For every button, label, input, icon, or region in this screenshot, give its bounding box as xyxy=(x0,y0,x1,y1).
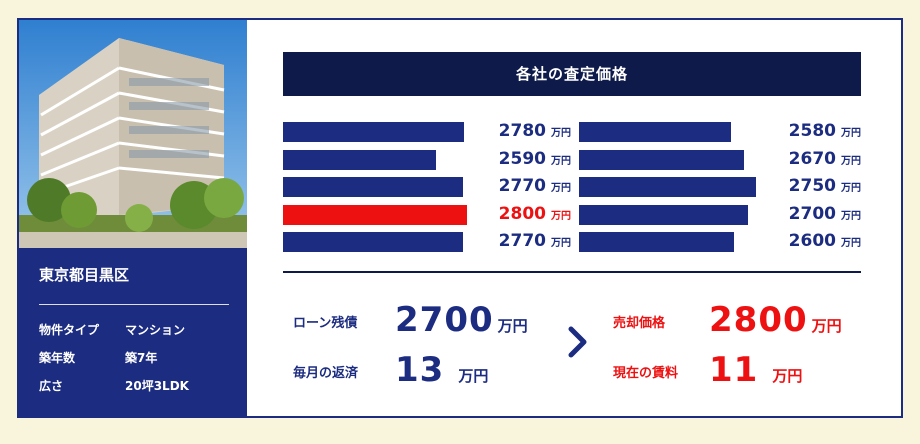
sale-unit: 万円 xyxy=(811,317,842,335)
property-card: 東京都目黒区 物件タイプ マンション 築年数 築7年 広さ 20坪3LDK 各社… xyxy=(17,18,903,418)
loan-label: ローン残債 xyxy=(293,316,358,331)
left-bar-label: 2770 万円 xyxy=(461,231,571,251)
left-bar-unit: 万円 xyxy=(551,183,571,194)
left-bar-value: 2770 xyxy=(498,231,546,251)
left-bar-value: 2780 xyxy=(498,121,546,141)
property-info: 東京都目黒区 物件タイプ マンション 築年数 築7年 広さ 20坪3LDK xyxy=(19,248,247,416)
size-row: 広さ 20坪3LDK xyxy=(39,377,189,394)
loan-value: 2700 xyxy=(395,300,494,340)
right-bar-value: 2670 xyxy=(788,149,836,169)
right-bar-unit: 万円 xyxy=(841,211,861,222)
left-bar xyxy=(283,150,436,170)
right-bar-label: 2750 万円 xyxy=(751,176,861,196)
right-bar-unit: 万円 xyxy=(841,183,861,194)
right-bar xyxy=(579,177,756,197)
loan-unit: 万円 xyxy=(497,317,528,335)
right-bar-unit: 万円 xyxy=(841,156,861,167)
monthly-label: 毎月の返済 xyxy=(293,366,359,381)
size-label: 広さ xyxy=(39,379,64,393)
rent-label: 現在の賃料 xyxy=(613,366,679,381)
right-bar xyxy=(579,205,748,225)
age-label: 築年数 xyxy=(39,351,76,365)
left-bar-label: 2770 万円 xyxy=(461,176,571,196)
left-bar-label: 2590 万円 xyxy=(461,149,571,169)
left-bar-unit: 万円 xyxy=(551,156,571,167)
left-bar-value: 2800 xyxy=(498,204,546,224)
info-divider xyxy=(39,304,229,305)
rent-amount: 11 万円 xyxy=(709,350,802,390)
left-bar-label: 2800 万円 xyxy=(461,204,571,224)
property-type-row: 物件タイプ マンション xyxy=(39,321,185,338)
size-value: 20坪3LDK xyxy=(125,379,189,393)
right-bar-value: 2750 xyxy=(788,176,836,196)
right-bar-label: 2700 万円 xyxy=(751,204,861,224)
age-value: 築7年 xyxy=(125,351,158,365)
loan-amount: 2700 万円 xyxy=(395,300,528,340)
left-bar-unit: 万円 xyxy=(551,128,571,139)
left-bar-unit: 万円 xyxy=(551,238,571,249)
left-bar-value: 2770 xyxy=(498,176,546,196)
left-bar-value: 2590 xyxy=(498,149,546,169)
rent-unit: 万円 xyxy=(772,367,803,385)
right-bar-label: 2670 万円 xyxy=(751,149,861,169)
right-bar-label: 2600 万円 xyxy=(751,231,861,251)
right-bar-value: 2700 xyxy=(788,204,836,224)
sale-value: 2800 xyxy=(709,300,808,340)
chevron-right-icon xyxy=(568,326,587,358)
left-bar xyxy=(283,205,467,225)
monthly-value: 13 xyxy=(395,350,445,390)
property-type-label: 物件タイプ xyxy=(39,323,100,337)
rent-value: 11 xyxy=(709,350,759,390)
sale-amount: 2800 万円 xyxy=(709,300,842,340)
right-bar-unit: 万円 xyxy=(841,128,861,139)
right-bar xyxy=(579,232,734,252)
assessment-title: 各社の査定価格 xyxy=(283,52,861,96)
section-divider xyxy=(283,271,861,273)
right-bar xyxy=(579,150,744,170)
building-photo xyxy=(19,20,247,248)
property-panel: 東京都目黒区 物件タイプ マンション 築年数 築7年 広さ 20坪3LDK xyxy=(19,20,247,416)
monthly-amount: 13 万円 xyxy=(395,350,488,390)
left-bar-label: 2780 万円 xyxy=(461,121,571,141)
left-bar xyxy=(283,177,463,197)
sale-label: 売却価格 xyxy=(613,316,666,331)
monthly-unit: 万円 xyxy=(458,367,489,385)
right-bar-value: 2600 xyxy=(788,231,836,251)
right-bar-label: 2580 万円 xyxy=(751,121,861,141)
left-bar xyxy=(283,122,464,142)
property-type-value: マンション xyxy=(125,323,186,337)
right-bar-value: 2580 xyxy=(788,121,836,141)
age-row: 築年数 築7年 xyxy=(39,349,157,366)
right-bar-unit: 万円 xyxy=(841,238,861,249)
assessment-panel: 各社の査定価格 2780 万円 2590 万円 2770 万円 2800 万円 2770 万円 25… xyxy=(247,20,901,416)
left-bar xyxy=(283,232,463,252)
location-label: 東京都目黒区 xyxy=(39,266,130,284)
left-bar-unit: 万円 xyxy=(551,211,571,222)
right-bar xyxy=(579,122,731,142)
